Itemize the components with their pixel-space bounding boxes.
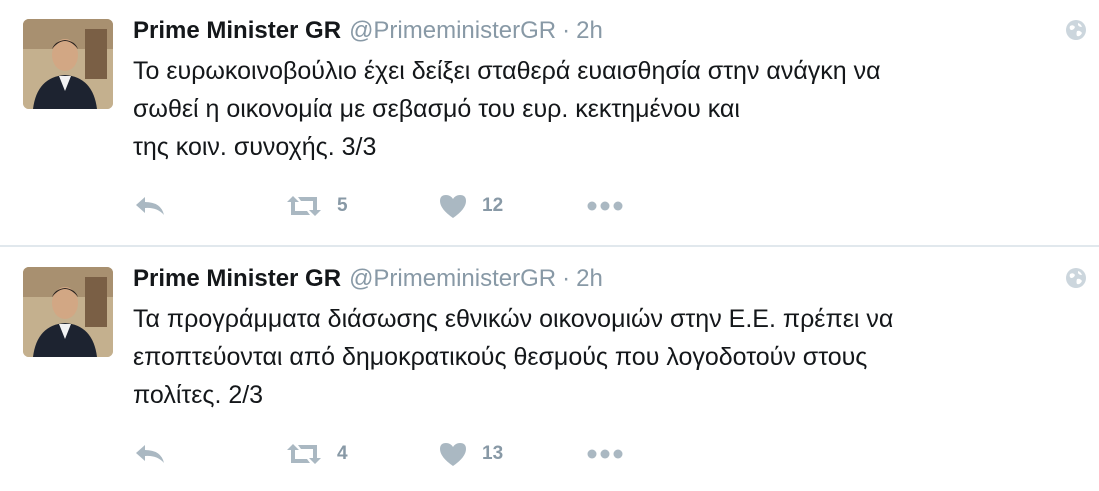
retweet-button[interactable]: 5 — [285, 188, 348, 224]
tweet-actions: 5 12 — [133, 188, 733, 224]
reply-button[interactable] — [133, 436, 167, 472]
globe-icon[interactable] — [1064, 266, 1088, 290]
more-dots-icon — [587, 449, 623, 459]
user-fullname[interactable]: Prime Minister GR — [133, 265, 341, 292]
like-button[interactable]: 12 — [438, 188, 503, 224]
retweet-button[interactable]: 4 — [285, 436, 348, 472]
avatar-image — [23, 267, 113, 357]
avatar-image — [23, 19, 113, 109]
more-button[interactable] — [586, 436, 624, 472]
more-dots-icon — [587, 201, 623, 211]
tweet[interactable]: Prime Minister GR @PrimeministerGR · 2h Τα … — [0, 248, 1099, 491]
globe-icon[interactable] — [1064, 18, 1088, 42]
like-count: 13 — [482, 443, 504, 464]
heart-icon — [440, 195, 466, 218]
retweet-icon — [287, 196, 321, 216]
retweet-count: 5 — [337, 195, 348, 216]
tweet-header: Prime Minister GR @PrimeministerGR · 2h — [133, 262, 603, 296]
heart-icon — [440, 443, 466, 466]
tweet-text: Το ευρωκοινοβούλιο έχει δείξει σταθερά ε… — [133, 57, 881, 161]
retweet-count: 4 — [337, 443, 348, 464]
avatar[interactable] — [23, 267, 113, 357]
user-handle[interactable]: @PrimeministerGR — [349, 265, 556, 292]
more-button[interactable] — [586, 188, 624, 224]
like-count: 12 — [482, 195, 504, 216]
tweet[interactable]: Prime Minister GR @PrimeministerGR · 2h Το … — [0, 0, 1099, 246]
avatar[interactable] — [23, 19, 113, 109]
tweet-timestamp[interactable]: 2h — [576, 265, 603, 292]
separator-dot: · — [562, 17, 571, 44]
tweet-header: Prime Minister GR @PrimeministerGR · 2h — [133, 14, 603, 48]
reply-icon — [136, 197, 164, 215]
reply-button[interactable] — [133, 188, 167, 224]
retweet-icon — [287, 444, 321, 464]
reply-icon — [136, 445, 164, 463]
like-button[interactable]: 13 — [438, 436, 503, 472]
tweet-actions: 4 13 — [133, 436, 733, 472]
user-handle[interactable]: @PrimeministerGR — [349, 17, 556, 44]
user-fullname[interactable]: Prime Minister GR — [133, 17, 341, 44]
tweet-divider — [0, 245, 1099, 247]
separator-dot: · — [562, 265, 571, 292]
tweet-timestamp[interactable]: 2h — [576, 17, 603, 44]
tweet-text: Τα προγράμματα διάσωσης εθνικών οικονομι… — [133, 305, 894, 409]
